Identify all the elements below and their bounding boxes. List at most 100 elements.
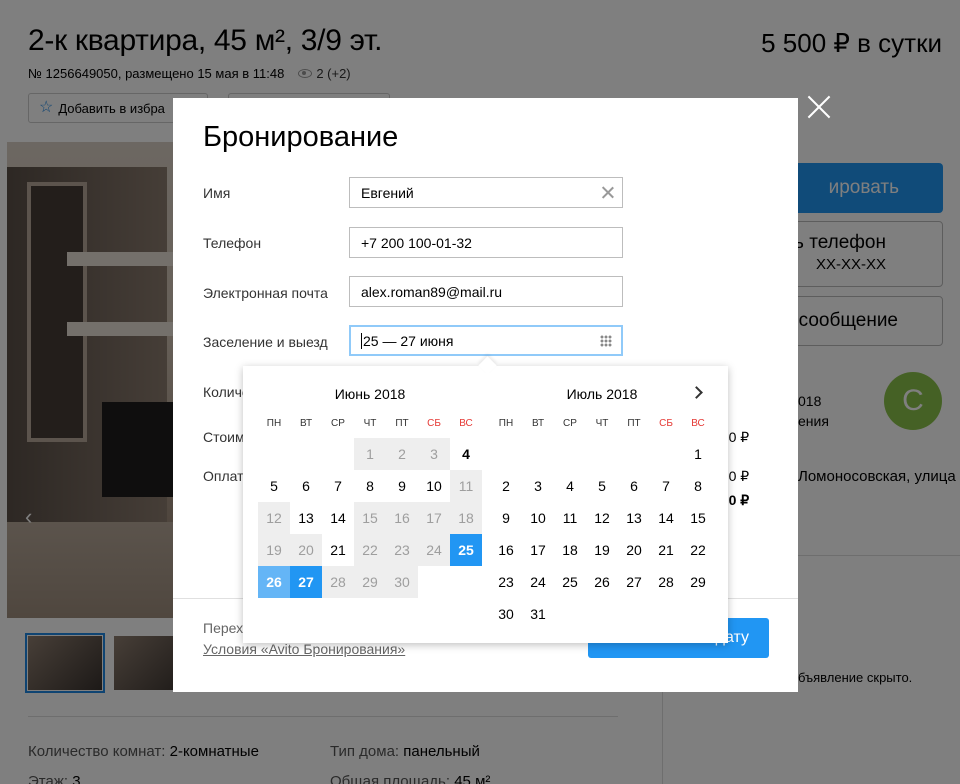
weekday-label: ВС <box>691 418 705 429</box>
next-month-chevron-icon[interactable] <box>689 383 707 401</box>
weekday-label: СР <box>331 418 345 429</box>
weekday-label: ВТ <box>531 418 545 429</box>
calendar-day[interactable]: 7 <box>322 470 354 502</box>
month-title: Июнь 2018 <box>334 386 406 402</box>
calendar-day[interactable]: 10 <box>418 470 450 502</box>
calendar-day: 30 <box>386 566 418 598</box>
calendar-day[interactable]: 20 <box>618 534 650 566</box>
calendar-day[interactable]: 21 <box>650 534 682 566</box>
name-value: Евгений <box>361 184 414 201</box>
empty-cell <box>650 438 682 470</box>
empty-cell <box>258 438 290 470</box>
calendar-day[interactable]: 26 <box>258 566 290 598</box>
calendar-day[interactable]: 21 <box>322 534 354 566</box>
calendar-day[interactable]: 4 <box>450 438 482 470</box>
calendar-day[interactable]: 29 <box>682 566 714 598</box>
calendar-day[interactable]: 2 <box>490 470 522 502</box>
calendar-day[interactable]: 18 <box>554 534 586 566</box>
month-title: Июль 2018 <box>566 386 638 402</box>
weekday-label: ЧТ <box>595 418 609 429</box>
calendar-day: 3 <box>418 438 450 470</box>
calendar-day[interactable]: 5 <box>258 470 290 502</box>
calendar-day: 22 <box>354 534 386 566</box>
name-field[interactable]: Евгений <box>349 177 623 208</box>
calendar-day: 24 <box>418 534 450 566</box>
calendar-day[interactable]: 7 <box>650 470 682 502</box>
date-picker-popover: Июнь 2018 ПН ВТ СР ЧТ ПТ СБ ВС 1 2 3 4 5 6 7 8 9 10 11 12… <box>243 366 728 643</box>
phone-value: +7 200 100-01-32 <box>361 234 472 251</box>
calendar-day[interactable]: 5 <box>586 470 618 502</box>
terms-link[interactable]: Условия «Avito Бронирования» <box>203 641 405 657</box>
weekday-header: ПН ВТ СР ЧТ ПТ СБ ВС <box>490 418 714 429</box>
calendar-day[interactable]: 12 <box>586 502 618 534</box>
calendar-day[interactable]: 14 <box>322 502 354 534</box>
calendar-day: 1 <box>354 438 386 470</box>
calendar-day[interactable]: 9 <box>490 502 522 534</box>
weekday-label: ПН <box>498 418 514 429</box>
calendar-day[interactable]: 30 <box>490 598 522 630</box>
calendar-day[interactable]: 6 <box>618 470 650 502</box>
calendar-day[interactable]: 28 <box>650 566 682 598</box>
calendar-day[interactable]: 27 <box>290 566 322 598</box>
phone-field[interactable]: +7 200 100-01-32 <box>349 227 623 258</box>
calendar-day: 12 <box>258 502 290 534</box>
empty-cell <box>522 438 554 470</box>
days-grid: 1 2 3 4 5 6 7 8 9 10 11 12 13 14 15 16 17 18 19 20 21 22 23 24 2… <box>490 438 714 630</box>
calendar-day[interactable]: 8 <box>682 470 714 502</box>
calendar-day[interactable]: 24 <box>522 566 554 598</box>
email-value: alex.roman89@mail.ru <box>361 283 503 300</box>
dates-label: Заселение и выезд <box>203 334 328 350</box>
weekday-label: СБ <box>427 418 441 429</box>
weekday-label: СБ <box>659 418 673 429</box>
weekday-label: СР <box>563 418 577 429</box>
calendar-day: 18 <box>450 502 482 534</box>
calendar-day[interactable]: 6 <box>290 470 322 502</box>
email-field[interactable]: alex.roman89@mail.ru <box>349 276 623 307</box>
calendar-day[interactable]: 1 <box>682 438 714 470</box>
close-icon[interactable] <box>806 94 832 120</box>
calendar-day: 19 <box>258 534 290 566</box>
empty-cell <box>290 438 322 470</box>
calendar-day[interactable]: 22 <box>682 534 714 566</box>
calendar-day[interactable]: 23 <box>490 566 522 598</box>
weekday-label: ПТ <box>395 418 409 429</box>
calendar-day[interactable]: 11 <box>554 502 586 534</box>
calendar-day: 29 <box>354 566 386 598</box>
calendar-day[interactable]: 4 <box>554 470 586 502</box>
calendar-day[interactable]: 27 <box>618 566 650 598</box>
weekday-label: ПТ <box>627 418 641 429</box>
calendar-day[interactable]: 19 <box>586 534 618 566</box>
cost-label: Стоим <box>203 429 245 445</box>
calendar-day[interactable]: 8 <box>354 470 386 502</box>
days-grid: 1 2 3 4 5 6 7 8 9 10 11 12 13 14 15 16 17 18 19 20 21 22 23 24 2… <box>258 438 482 598</box>
dates-field[interactable]: 25 — 27 июня <box>349 325 623 356</box>
calendar-day[interactable]: 17 <box>522 534 554 566</box>
empty-cell <box>554 438 586 470</box>
calendar-day: 2 <box>386 438 418 470</box>
calendar-day: 16 <box>386 502 418 534</box>
calendar-day[interactable]: 25 <box>554 566 586 598</box>
clear-icon[interactable] <box>601 186 614 199</box>
calendar-day[interactable]: 13 <box>290 502 322 534</box>
calendar-day[interactable]: 10 <box>522 502 554 534</box>
calendar-day[interactable]: 25 <box>450 534 482 566</box>
calendar-day: 28 <box>322 566 354 598</box>
empty-cell <box>618 438 650 470</box>
calendar-day[interactable]: 9 <box>386 470 418 502</box>
calendar-grid-icon[interactable] <box>600 335 612 347</box>
calendar-day: 17 <box>418 502 450 534</box>
calendar-day[interactable]: 3 <box>522 470 554 502</box>
empty-cell <box>586 438 618 470</box>
calendar-day[interactable]: 14 <box>650 502 682 534</box>
text-caret <box>361 332 362 349</box>
calendar-day[interactable]: 26 <box>586 566 618 598</box>
calendar-day[interactable]: 16 <box>490 534 522 566</box>
weekday-label: ВТ <box>299 418 313 429</box>
calendar-day[interactable]: 31 <box>522 598 554 630</box>
calendar-day: 15 <box>354 502 386 534</box>
email-label: Электронная почта <box>203 285 328 301</box>
payment-label: Оплат <box>203 468 244 484</box>
phone-label: Телефон <box>203 235 262 251</box>
calendar-day[interactable]: 13 <box>618 502 650 534</box>
calendar-day[interactable]: 15 <box>682 502 714 534</box>
